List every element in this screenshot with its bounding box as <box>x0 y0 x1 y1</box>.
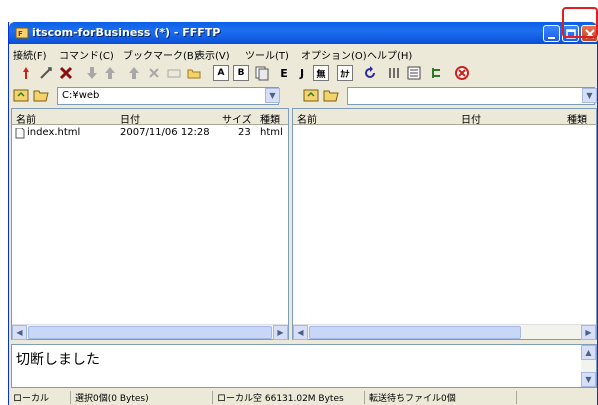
highlight-box <box>562 7 598 38</box>
scroll-left-icon[interactable]: ◀ <box>12 325 27 340</box>
disconnect-icon[interactable] <box>57 64 75 82</box>
transfer-auto-icon[interactable] <box>253 64 271 82</box>
minimize-button[interactable] <box>543 25 560 42</box>
local-col-size[interactable]: サイズ <box>222 111 252 126</box>
detail-view-icon[interactable] <box>405 64 423 82</box>
remote-path-input[interactable] <box>347 87 595 105</box>
remote-path-dropdown-icon[interactable]: ▼ <box>582 88 597 103</box>
log-vscrollbar[interactable]: ▲ ▼ <box>581 345 596 387</box>
sync-dir-icon[interactable] <box>429 64 447 82</box>
status-selected: 選択0個(0 Bytes) <box>73 391 213 404</box>
file-name: index.html <box>27 127 81 138</box>
window-title: itscom-forBusiness (*) - FFFTP <box>32 26 221 39</box>
parent-folder-icon[interactable] <box>13 88 29 102</box>
transfer-ascii-button[interactable]: A <box>213 65 229 81</box>
local-col-type[interactable]: 種類 <box>260 111 280 126</box>
scroll-thumb[interactable] <box>28 326 272 339</box>
status-mode: ローカル <box>11 391 71 404</box>
menu-connect[interactable]: 接続(F) <box>13 47 47 62</box>
delete-icon[interactable] <box>145 64 163 82</box>
file-date: 2007/11/06 12:28 <box>120 127 210 138</box>
local-path-bar: C:¥web ▼ <box>9 86 299 106</box>
kana-conv-button[interactable]: ｶﾅ <box>337 65 353 81</box>
mirror-upload-icon[interactable] <box>125 64 143 82</box>
remote-parent-folder-icon[interactable] <box>303 88 319 102</box>
local-hscrollbar[interactable]: ◀ ▶ <box>12 324 288 340</box>
scroll-right-icon[interactable]: ▶ <box>273 325 288 340</box>
menu-bookmark[interactable]: ブックマーク(B) <box>123 47 198 62</box>
menu-view[interactable]: 表示(V) <box>195 47 230 62</box>
remote-open-folder-icon[interactable] <box>323 88 339 102</box>
list-view-icon[interactable] <box>385 64 403 82</box>
file-icon <box>15 127 25 139</box>
euc-conv-button[interactable]: E <box>275 64 293 82</box>
log-area[interactable]: 切断しました ▲ ▼ <box>11 344 597 388</box>
ffftp-window: F itscom-forBusiness (*) - FFFTP 接続(F) コ… <box>8 22 598 405</box>
no-conv-button[interactable]: 無 <box>313 65 329 81</box>
upload-icon[interactable] <box>101 64 119 82</box>
menu-tools[interactable]: ツール(T) <box>245 47 289 62</box>
app-icon: F <box>15 26 29 40</box>
remote-path-bar: ▼ <box>299 86 598 106</box>
log-message: 切断しました <box>16 352 100 368</box>
local-path-input[interactable]: C:¥web <box>57 87 279 105</box>
title-bar[interactable]: F itscom-forBusiness (*) - FFFTP <box>9 22 598 44</box>
local-path-dropdown-icon[interactable]: ▼ <box>265 88 280 103</box>
local-col-date[interactable]: 日付 <box>120 111 140 126</box>
jis-conv-button[interactable]: J <box>293 64 311 82</box>
download-icon[interactable] <box>83 64 101 82</box>
status-queue: 転送待ちファイル0個 <box>367 391 517 404</box>
remote-hscrollbar[interactable]: ◀ ▶ <box>293 324 596 340</box>
stop-icon[interactable] <box>453 64 471 82</box>
remote-col-date[interactable]: 日付 <box>461 111 481 126</box>
status-bar: ローカル 選択0個(0 Bytes) ローカル空 66131.02M Bytes… <box>9 390 597 405</box>
file-size: 23 <box>238 127 251 138</box>
remote-column-header: 名前 日付 種類 <box>293 109 596 126</box>
status-local-free: ローカル空 66131.02M Bytes <box>215 391 365 404</box>
menu-command[interactable]: コマンド(C) <box>59 47 114 62</box>
local-file-pane[interactable]: 名前 日付 サイズ 種類 index.html 2007/11/06 12:28… <box>11 108 289 340</box>
remote-scroll-right-icon[interactable]: ▶ <box>581 325 596 340</box>
remote-scroll-thumb[interactable] <box>309 326 521 339</box>
remote-file-pane[interactable]: 名前 日付 種類 ◀ ▶ <box>292 108 597 340</box>
local-column-header: 名前 日付 サイズ 種類 <box>12 109 288 126</box>
file-type: html <box>260 127 283 138</box>
refresh-icon[interactable] <box>361 64 379 82</box>
menu-options[interactable]: オプション(O) <box>301 47 367 62</box>
mkdir-icon[interactable] <box>185 64 203 82</box>
open-folder-icon[interactable] <box>33 88 49 102</box>
scroll-up-icon[interactable]: ▲ <box>581 345 596 360</box>
svg-text:F: F <box>18 30 23 38</box>
menu-help[interactable]: ヘルプ(H) <box>367 47 412 62</box>
remote-scroll-left-icon[interactable]: ◀ <box>293 325 308 340</box>
scroll-down-icon[interactable]: ▼ <box>581 372 596 387</box>
remote-col-type[interactable]: 種類 <box>567 111 587 126</box>
rename-icon[interactable] <box>165 64 183 82</box>
table-row[interactable]: index.html 2007/11/06 12:28 23 html <box>12 126 288 140</box>
transfer-binary-button[interactable]: B <box>233 65 249 81</box>
remote-col-name[interactable]: 名前 <box>297 111 317 126</box>
quick-connect-icon[interactable] <box>37 64 55 82</box>
local-col-name[interactable]: 名前 <box>16 111 36 126</box>
connect-icon[interactable] <box>17 64 35 82</box>
menu-bar: 接続(F) コマンド(C) ブックマーク(B) 表示(V) ツール(T) オプシ… <box>9 44 597 62</box>
toolbar: A B E J 無 ｶﾅ <box>9 62 597 84</box>
